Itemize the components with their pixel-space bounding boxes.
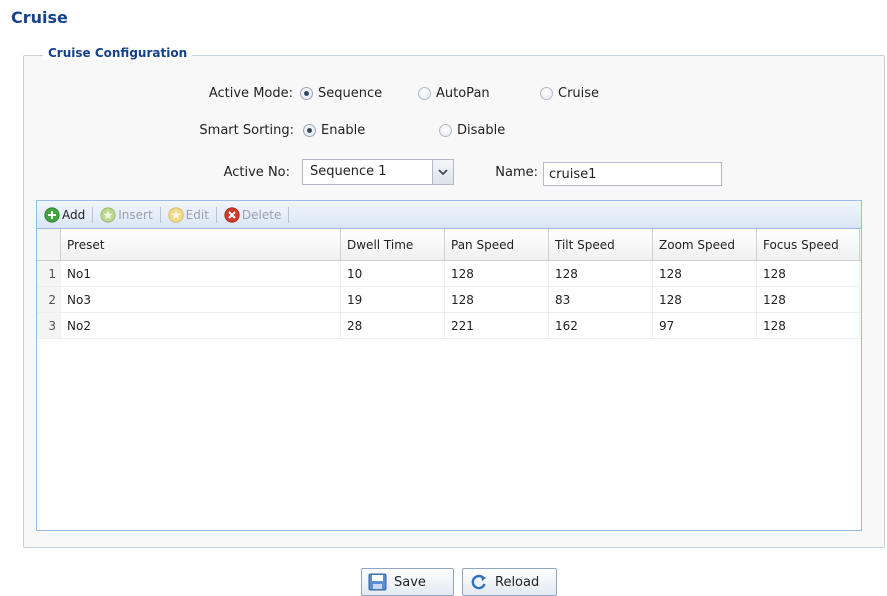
radio-label: Disable	[457, 123, 506, 138]
focus-speed-cell: 128	[757, 287, 860, 312]
active-mode-label: Active Mode:	[208, 86, 293, 101]
row-number: 2	[37, 287, 61, 312]
zoom-speed-cell: 97	[653, 313, 757, 338]
toolbar-separator	[288, 206, 290, 223]
radio-sequence[interactable]: Sequence	[300, 86, 382, 101]
radio-enable[interactable]: Enable	[303, 123, 365, 138]
toolbar-separator	[92, 206, 94, 223]
tilt-speed-cell: 83	[549, 287, 653, 312]
table-row[interactable]: 2 No3 19 128 83 128 128	[37, 287, 861, 313]
tilt-speed-cell: 162	[549, 313, 653, 338]
insert-label: Insert	[118, 207, 153, 222]
pan-speed-cell: 221	[445, 313, 549, 338]
radio-button[interactable]	[540, 87, 553, 100]
row-number-header	[37, 229, 61, 260]
row-number: 3	[37, 313, 61, 338]
save-icon	[368, 573, 387, 591]
radio-button[interactable]	[439, 124, 452, 137]
column-header-zoom-speed[interactable]: Zoom Speed	[653, 229, 757, 260]
add-button[interactable]: Add	[41, 206, 88, 223]
edit-label: Edit	[185, 207, 209, 222]
reload-label: Reload	[495, 574, 540, 590]
toolbar-separator	[159, 206, 161, 223]
focus-speed-cell: 128	[757, 313, 860, 338]
fieldset-legend: Cruise Configuration	[43, 46, 193, 60]
name-input[interactable]	[543, 162, 722, 186]
dwell-time-cell: 28	[341, 313, 445, 338]
column-header-dwell-time[interactable]: Dwell Time	[341, 229, 445, 260]
column-header-pan-speed[interactable]: Pan Speed	[445, 229, 549, 260]
table-row[interactable]: 3 No2 28 221 162 97 128	[37, 313, 861, 339]
dwell-time-cell: 10	[341, 261, 445, 286]
add-icon	[44, 206, 60, 223]
pan-speed-cell: 128	[445, 287, 549, 312]
name-label: Name:	[495, 165, 538, 180]
grid-header-row: Preset Dwell Time Pan Speed Tilt Speed Z…	[37, 229, 861, 261]
insert-icon	[100, 206, 116, 223]
active-no-select[interactable]: Sequence 1	[302, 159, 454, 185]
radio-label: Enable	[321, 123, 366, 138]
radio-label: AutoPan	[436, 86, 490, 101]
radio-disable[interactable]: Disable	[439, 123, 505, 138]
radio-label: Cruise	[558, 86, 600, 101]
save-label: Save	[394, 574, 426, 590]
radio-cruise[interactable]: Cruise	[540, 86, 599, 101]
preset-cell: No2	[61, 313, 341, 338]
page-title: Cruise	[11, 8, 68, 27]
dwell-time-cell: 19	[341, 287, 445, 312]
row-number: 1	[37, 261, 61, 286]
toolbar-separator	[215, 206, 217, 223]
radio-button[interactable]	[300, 87, 313, 100]
table-row[interactable]: 1 No1 10 128 128 128 128	[37, 261, 861, 287]
zoom-speed-cell: 128	[653, 287, 757, 312]
preset-grid: Add Insert Edit Delete Preset Dwell Time…	[36, 200, 862, 531]
radio-autopan[interactable]: AutoPan	[418, 86, 490, 101]
zoom-speed-cell: 128	[653, 261, 757, 286]
select-value: Sequence 1	[310, 164, 387, 179]
delete-label: Delete	[241, 207, 282, 222]
radio-label: Sequence	[318, 86, 383, 101]
radio-button[interactable]	[303, 124, 316, 137]
active-no-label: Active No:	[223, 165, 290, 180]
chevron-down-icon[interactable]	[432, 160, 453, 184]
grid-toolbar: Add Insert Edit Delete	[37, 201, 861, 229]
column-header-focus-speed[interactable]: Focus Speed	[757, 229, 860, 260]
radio-button[interactable]	[418, 87, 431, 100]
smart-sorting-label: Smart Sorting:	[199, 123, 294, 138]
delete-icon	[224, 206, 240, 223]
column-header-tilt-speed[interactable]: Tilt Speed	[549, 229, 653, 260]
tilt-speed-cell: 128	[549, 261, 653, 286]
reload-icon	[471, 574, 486, 590]
focus-speed-cell: 128	[757, 261, 860, 286]
column-header-preset[interactable]: Preset	[61, 229, 341, 260]
pan-speed-cell: 128	[445, 261, 549, 286]
edit-icon	[168, 206, 184, 223]
preset-cell: No3	[61, 287, 341, 312]
preset-cell: No1	[61, 261, 341, 286]
delete-button[interactable]: Delete	[221, 206, 284, 223]
edit-button[interactable]: Edit	[165, 206, 212, 223]
add-label: Add	[62, 207, 86, 222]
insert-button[interactable]: Insert	[97, 206, 155, 223]
